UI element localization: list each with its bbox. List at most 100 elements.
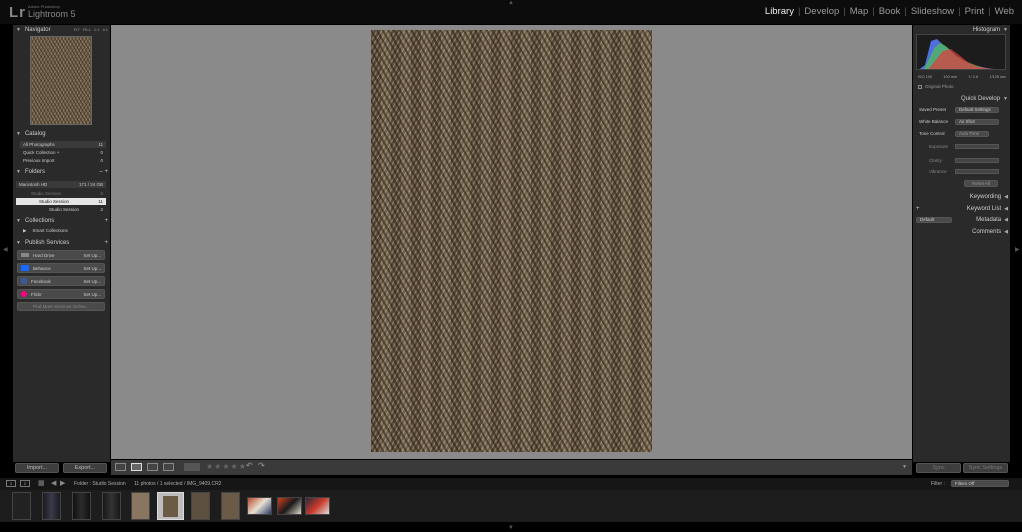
filmstrip-thumb[interactable] <box>102 492 121 520</box>
tone-control-label: Tone Control <box>919 131 945 136</box>
import-button[interactable]: Import... <box>15 463 59 473</box>
clarity-buttons[interactable] <box>955 158 999 163</box>
saved-preset-select[interactable]: Default Settings <box>955 106 999 113</box>
clarity-row: Clarity <box>926 157 1004 164</box>
publish-facebook[interactable]: Facebook Set Up... <box>17 276 105 286</box>
catalog-item-all-photographs[interactable]: All Photographs 11 <box>20 141 106 148</box>
filmstrip-thumb-selected[interactable] <box>157 492 184 520</box>
flag-icon[interactable] <box>184 463 200 471</box>
back-arrow-icon[interactable]: ◀ <box>51 479 56 487</box>
right-panel <box>913 25 1010 462</box>
folder-item[interactable]: Studio Session 0 <box>28 190 106 197</box>
filmstrip-thumb[interactable] <box>221 492 240 520</box>
loupe-view-icon[interactable] <box>131 463 142 471</box>
toolbar-menu-icon[interactable]: ▼ <box>902 464 907 470</box>
folders-header[interactable]: ▼ Folders – + <box>16 166 108 177</box>
setup-link[interactable]: Set Up... <box>83 279 101 284</box>
folder-item-selected[interactable]: Studio Session 11 <box>16 198 106 205</box>
metadata-header[interactable]: Default Metadata ◀ <box>916 214 1008 225</box>
collection-add-icon[interactable]: + <box>104 218 108 224</box>
reset-all-button[interactable]: Reset All <box>964 180 998 187</box>
selection-info[interactable]: 11 photos / 1 selected / IMG_9409.CR2 <box>134 481 221 487</box>
zoom-fill[interactable]: FILL <box>83 27 91 32</box>
grid-icon[interactable]: ▦ <box>38 479 45 487</box>
collapse-icon: ▼ <box>1003 95 1008 102</box>
metadata-title: Metadata <box>976 216 1002 223</box>
publish-services-header[interactable]: ▼ Publish Services + <box>16 237 108 248</box>
histogram-chart[interactable] <box>916 34 1006 70</box>
exposure-row: Exposure <box>926 143 1004 150</box>
folder-path[interactable]: Folder : Studio Session <box>74 481 126 487</box>
publish-flickr[interactable]: Flickr Set Up... <box>17 289 105 299</box>
main-photo[interactable] <box>371 30 652 452</box>
setup-link[interactable]: Set Up... <box>83 266 101 271</box>
bottom-panel-toggle-icon[interactable]: ▼ <box>508 525 514 531</box>
module-book[interactable]: Book <box>875 6 905 17</box>
module-map[interactable]: Map <box>846 6 872 17</box>
publish-add-icon[interactable]: + <box>104 240 108 246</box>
zoom-4-1[interactable]: 4:1 <box>102 27 108 32</box>
vibrance-buttons[interactable] <box>955 169 999 174</box>
filmstrip-thumb[interactable] <box>131 492 150 520</box>
metadata-preset-select[interactable]: Default <box>916 216 952 223</box>
volume-row[interactable]: Macintosh HD 171 / 24 GB <box>16 181 106 188</box>
collection-item-smart[interactable]: ▶ Smart Collections <box>20 227 106 234</box>
page-1-button[interactable]: 1 <box>6 480 16 487</box>
keyword-list-header[interactable]: + Keyword List ◀ <box>916 203 1008 214</box>
sync-settings-button[interactable]: Sync Settings <box>963 463 1008 473</box>
sync-button[interactable]: Sync <box>916 463 961 473</box>
vibrance-row: Vibrance <box>926 168 1004 175</box>
zoom-fit[interactable]: FIT <box>74 27 80 32</box>
filmstrip-thumb[interactable] <box>277 497 302 515</box>
comments-header[interactable]: Comments ◀ <box>916 226 1008 237</box>
publish-hard-drive[interactable]: Hard Drive Set Up... <box>17 250 105 260</box>
top-panel-toggle-icon[interactable]: ▲ <box>508 0 514 6</box>
rotate-left-icon[interactable]: ↶ <box>246 461 253 470</box>
folder-count: 11 <box>98 199 103 204</box>
module-web[interactable]: Web <box>991 6 1018 17</box>
folder-item[interactable]: Studio Session 2 <box>36 206 106 213</box>
right-panel-toggle-icon[interactable]: ▶ <box>1015 246 1020 253</box>
navigator-header[interactable]: ▼ Navigator FIT FILL 1:1 4:1 <box>16 24 108 35</box>
catalog-item-previous-import[interactable]: Previous Import 0 <box>20 157 106 164</box>
filter-select[interactable]: Filters Off <box>951 480 1009 487</box>
grid-view-icon[interactable] <box>115 463 126 471</box>
module-develop[interactable]: Develop <box>800 6 843 17</box>
folder-add-icon[interactable]: – + <box>99 169 108 175</box>
filmstrip-thumb[interactable] <box>42 492 61 520</box>
filmstrip-thumb[interactable] <box>247 497 272 515</box>
module-print[interactable]: Print <box>961 6 989 17</box>
tone-control-row: Tone Control Auto Tone <box>916 130 1008 137</box>
keyword-add-icon[interactable]: + <box>916 206 920 212</box>
filmstrip-thumb[interactable] <box>72 492 91 520</box>
navigator-title: Navigator <box>24 26 51 33</box>
publish-behance[interactable]: Behance Set Up... <box>17 263 105 273</box>
filmstrip-thumb[interactable] <box>191 492 210 520</box>
find-more-services-button[interactable]: Find More Services Online... <box>17 302 105 311</box>
setup-link[interactable]: Set Up... <box>83 253 101 258</box>
collections-header[interactable]: ▼ Collections + <box>16 215 108 226</box>
filmstrip-thumb[interactable] <box>12 492 31 520</box>
catalog-item-quick-collection[interactable]: Quick Collection + 0 <box>20 149 106 156</box>
setup-link[interactable]: Set Up... <box>83 292 101 297</box>
catalog-header[interactable]: ▼ Catalog <box>16 128 108 139</box>
left-panel-toggle-icon[interactable]: ◀ <box>3 246 8 253</box>
compare-view-icon[interactable] <box>147 463 158 471</box>
rotate-right-icon[interactable]: ↷ <box>258 461 265 470</box>
module-library[interactable]: Library <box>761 6 798 17</box>
survey-view-icon[interactable] <box>163 463 174 471</box>
page-2-button[interactable]: 2 <box>20 480 30 487</box>
module-slideshow[interactable]: Slideshow <box>907 6 958 17</box>
filmstrip-thumb[interactable] <box>305 497 330 515</box>
white-balance-select[interactable]: As Shot <box>955 118 999 125</box>
quick-develop-header[interactable]: Quick Develop ▼ <box>916 93 1008 104</box>
original-photo-checkbox[interactable]: Original Photo <box>918 84 954 89</box>
export-button[interactable]: Export... <box>63 463 107 473</box>
auto-tone-button[interactable]: Auto Tone <box>955 130 989 137</box>
exposure-buttons[interactable] <box>955 144 999 149</box>
rating-stars[interactable]: ★★★★★ <box>206 462 247 471</box>
keywording-header[interactable]: Keywording ◀ <box>916 191 1008 202</box>
zoom-1-1[interactable]: 1:1 <box>94 27 100 32</box>
navigator-preview[interactable] <box>30 36 92 125</box>
forward-arrow-icon[interactable]: ▶ <box>60 479 65 487</box>
